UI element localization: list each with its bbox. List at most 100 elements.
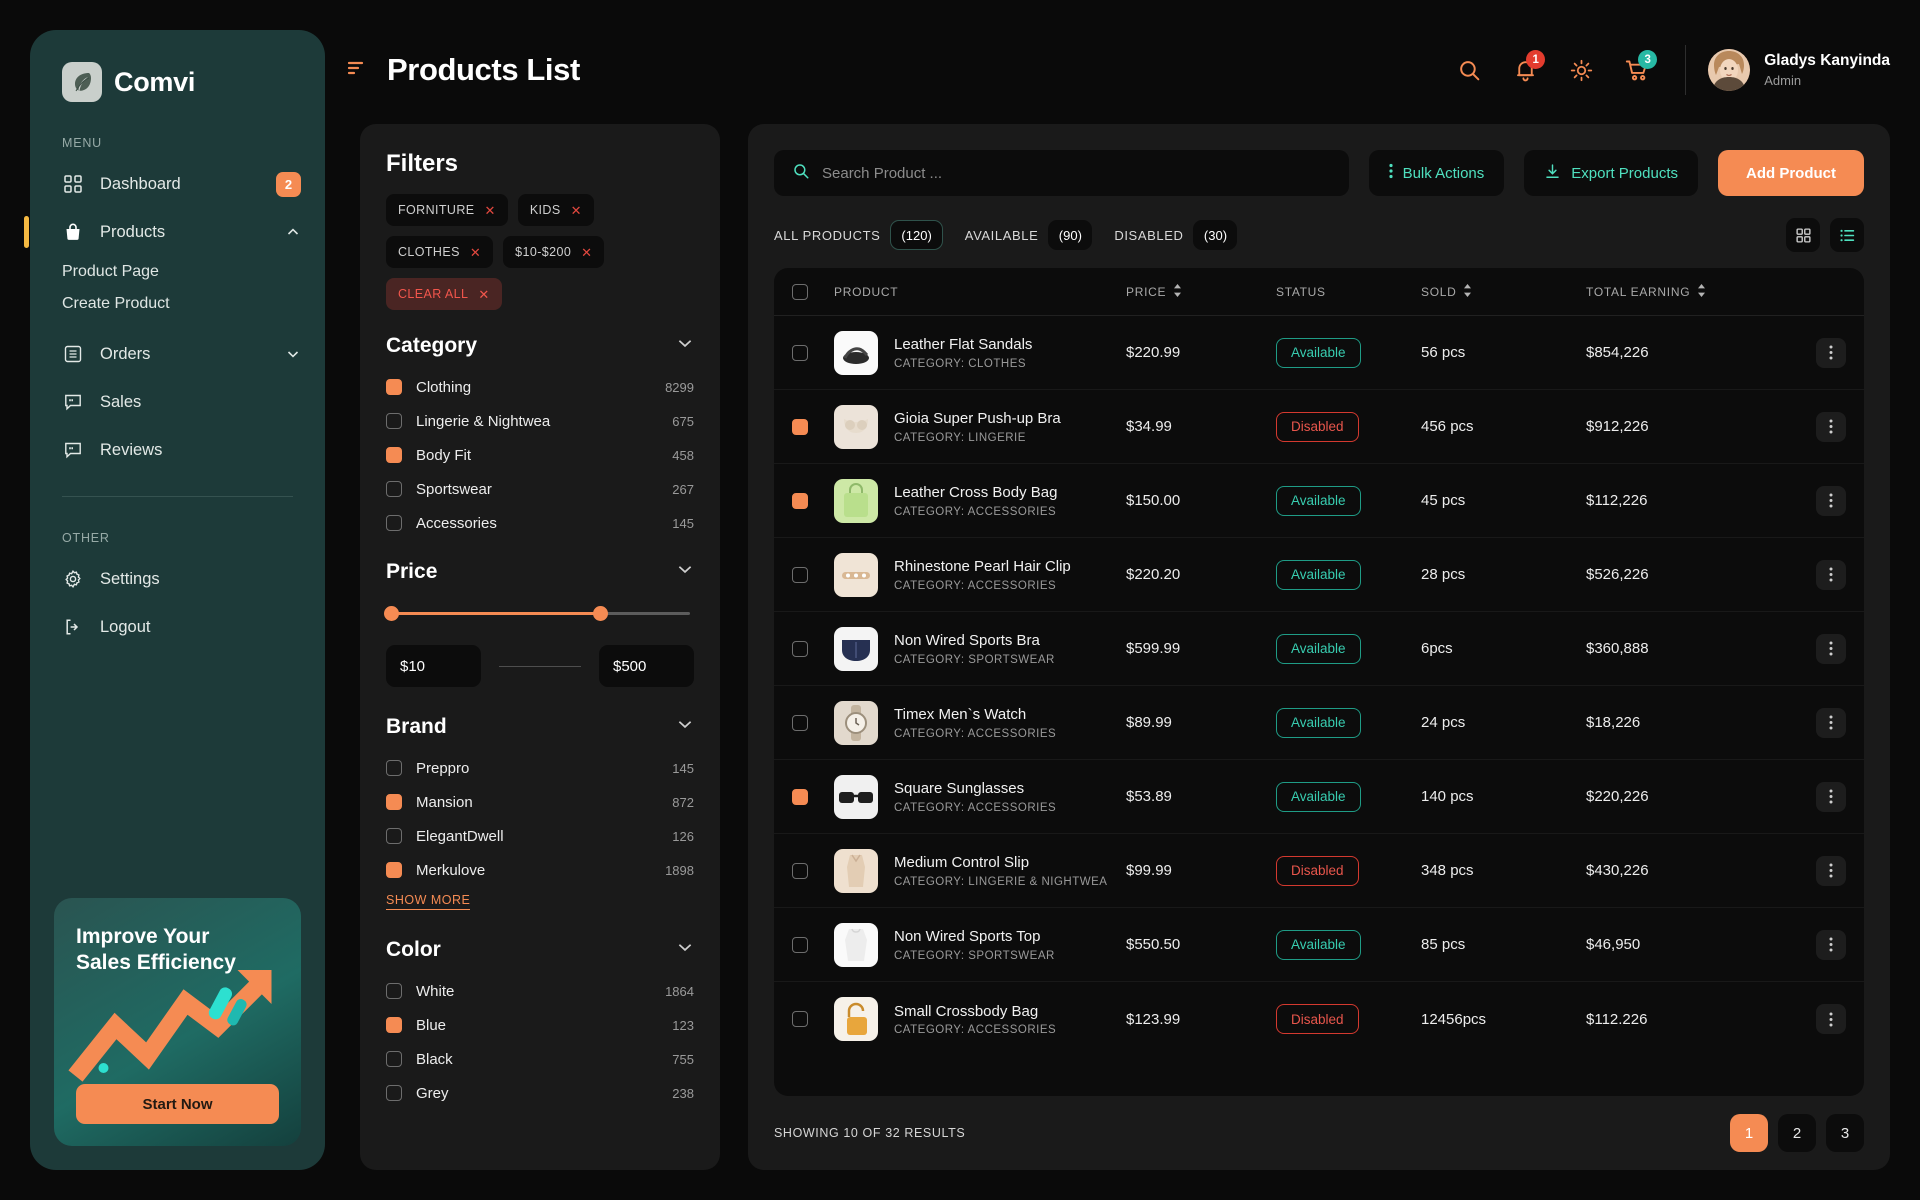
dots-vertical-icon[interactable]	[1816, 856, 1846, 886]
row-actions[interactable]	[1796, 708, 1846, 738]
filter-chip-price-range[interactable]: $10-$200 ✕	[503, 236, 604, 268]
column-total-earning[interactable]: TOTAL EARNING	[1586, 284, 1796, 300]
export-products-button[interactable]: Export Products	[1524, 150, 1698, 196]
checkbox-icon[interactable]	[792, 284, 808, 300]
row-actions[interactable]	[1796, 1004, 1846, 1034]
color-option-blue[interactable]: Blue 123	[386, 1010, 694, 1040]
sort-icon[interactable]	[1173, 284, 1182, 300]
row-actions[interactable]	[1796, 338, 1846, 368]
tab-all-products[interactable]: ALL PRODUCTS (120)	[774, 220, 943, 250]
color-option-grey[interactable]: Grey 238	[386, 1078, 694, 1108]
page-button-3[interactable]: 3	[1826, 1114, 1864, 1152]
checkbox-icon[interactable]	[386, 413, 402, 429]
table-row[interactable]: Medium Control Slip CATEGORY: LINGERIE &…	[774, 834, 1864, 908]
row-checkbox[interactable]	[792, 567, 834, 583]
show-more-brands-link[interactable]: SHOW MORE	[386, 893, 470, 910]
sort-icon[interactable]	[1697, 284, 1706, 300]
dots-vertical-icon[interactable]	[1816, 782, 1846, 812]
checkbox-icon[interactable]	[792, 863, 808, 879]
chevron-down-icon[interactable]	[285, 346, 301, 362]
row-checkbox[interactable]	[792, 1011, 834, 1027]
category-option-lingerie[interactable]: Lingerie & Nightwea 675	[386, 406, 694, 436]
slider-knob-max[interactable]	[593, 606, 608, 621]
search-icon[interactable]	[1447, 48, 1491, 92]
checkbox-icon[interactable]	[386, 760, 402, 776]
filter-section-brand-header[interactable]: Brand	[386, 715, 694, 739]
dots-vertical-icon[interactable]	[1816, 412, 1846, 442]
brand-option-elegantdwell[interactable]: ElegantDwell 126	[386, 821, 694, 851]
bulk-actions-button[interactable]: Bulk Actions	[1369, 150, 1505, 196]
search-input[interactable]	[822, 165, 1331, 182]
row-checkbox[interactable]	[792, 937, 834, 953]
close-icon[interactable]: ✕	[571, 204, 582, 217]
sidebar-item-settings[interactable]: Settings	[30, 555, 325, 603]
price-min-input[interactable]	[386, 645, 481, 687]
checkbox-icon[interactable]	[792, 493, 808, 509]
row-checkbox[interactable]	[792, 863, 834, 879]
add-product-button[interactable]: Add Product	[1718, 150, 1864, 196]
checkbox-icon[interactable]	[792, 419, 808, 435]
checkbox-icon[interactable]	[386, 1017, 402, 1033]
select-all-checkbox[interactable]	[792, 284, 834, 300]
row-actions[interactable]	[1796, 782, 1846, 812]
close-icon[interactable]: ✕	[581, 246, 592, 259]
row-actions[interactable]	[1796, 486, 1846, 516]
filter-section-category-header[interactable]: Category	[386, 334, 694, 358]
cart-icon[interactable]: 3	[1615, 48, 1659, 92]
sidebar-item-sales[interactable]: Sales	[30, 378, 325, 426]
checkbox-icon[interactable]	[792, 345, 808, 361]
table-row[interactable]: Leather Flat Sandals CATEGORY: CLOTHES $…	[774, 316, 1864, 390]
row-checkbox[interactable]	[792, 789, 834, 805]
sidebar-item-reviews[interactable]: Reviews	[30, 426, 325, 474]
color-option-white[interactable]: White 1864	[386, 976, 694, 1006]
category-option-sportswear[interactable]: Sportswear 267	[386, 474, 694, 504]
sidebar-item-orders[interactable]: Orders	[30, 330, 325, 378]
close-icon[interactable]: ✕	[485, 204, 496, 217]
page-button-2[interactable]: 2	[1778, 1114, 1816, 1152]
chevron-up-icon[interactable]	[285, 224, 301, 240]
brand-option-preppro[interactable]: Preppro 145	[386, 753, 694, 783]
category-option-clothing[interactable]: Clothing 8299	[386, 372, 694, 402]
page-button-1[interactable]: 1	[1730, 1114, 1768, 1152]
category-option-accessories[interactable]: Accessories 145	[386, 508, 694, 538]
checkbox-icon[interactable]	[792, 937, 808, 953]
bell-icon[interactable]: 1	[1503, 48, 1547, 92]
sidebar-subitem-product-page[interactable]: Product Page	[30, 256, 325, 288]
grid-view-icon[interactable]	[1786, 218, 1820, 252]
brand[interactable]: Comvi	[30, 56, 325, 102]
checkbox-icon[interactable]	[792, 715, 808, 731]
category-option-body-fit[interactable]: Body Fit 458	[386, 440, 694, 470]
color-option-black[interactable]: Black 755	[386, 1044, 694, 1074]
table-row[interactable]: Leather Cross Body Bag CATEGORY: ACCESSO…	[774, 464, 1864, 538]
table-row[interactable]: Timex Men`s Watch CATEGORY: ACCESSORIES …	[774, 686, 1864, 760]
list-view-icon[interactable]	[1830, 218, 1864, 252]
filter-chip-clothes[interactable]: CLOTHES ✕	[386, 236, 493, 268]
table-row[interactable]: Small Crossbody Bag CATEGORY: ACCESSORIE…	[774, 982, 1864, 1056]
slider-knob-min[interactable]	[384, 606, 399, 621]
price-max-input[interactable]	[599, 645, 694, 687]
checkbox-icon[interactable]	[386, 794, 402, 810]
dots-vertical-icon[interactable]	[1816, 338, 1846, 368]
tab-disabled[interactable]: DISABLED (30)	[1114, 220, 1237, 250]
table-row[interactable]: Rhinestone Pearl Hair Clip CATEGORY: ACC…	[774, 538, 1864, 612]
sidebar-item-dashboard[interactable]: Dashboard 2	[30, 160, 325, 208]
chevron-down-icon[interactable]	[676, 560, 694, 584]
user-menu[interactable]: Gladys Kanyinda Admin	[1708, 49, 1890, 91]
price-range-slider[interactable]	[386, 598, 694, 625]
checkbox-icon[interactable]	[386, 379, 402, 395]
tab-available[interactable]: AVAILABLE (90)	[965, 220, 1093, 250]
filter-section-color-header[interactable]: Color	[386, 938, 694, 962]
row-checkbox[interactable]	[792, 641, 834, 657]
checkbox-icon[interactable]	[792, 641, 808, 657]
dots-vertical-icon[interactable]	[1816, 634, 1846, 664]
column-price[interactable]: PRICE	[1126, 284, 1276, 300]
checkbox-icon[interactable]	[386, 447, 402, 463]
checkbox-icon[interactable]	[792, 567, 808, 583]
row-actions[interactable]	[1796, 930, 1846, 960]
checkbox-icon[interactable]	[386, 1051, 402, 1067]
table-row[interactable]: Non Wired Sports Top CATEGORY: SPORTSWEA…	[774, 908, 1864, 982]
chevron-down-icon[interactable]	[676, 334, 694, 358]
close-icon[interactable]: ✕	[478, 288, 489, 301]
filter-section-price-header[interactable]: Price	[386, 560, 694, 584]
brand-option-merkulove[interactable]: Merkulove 1898	[386, 855, 694, 885]
